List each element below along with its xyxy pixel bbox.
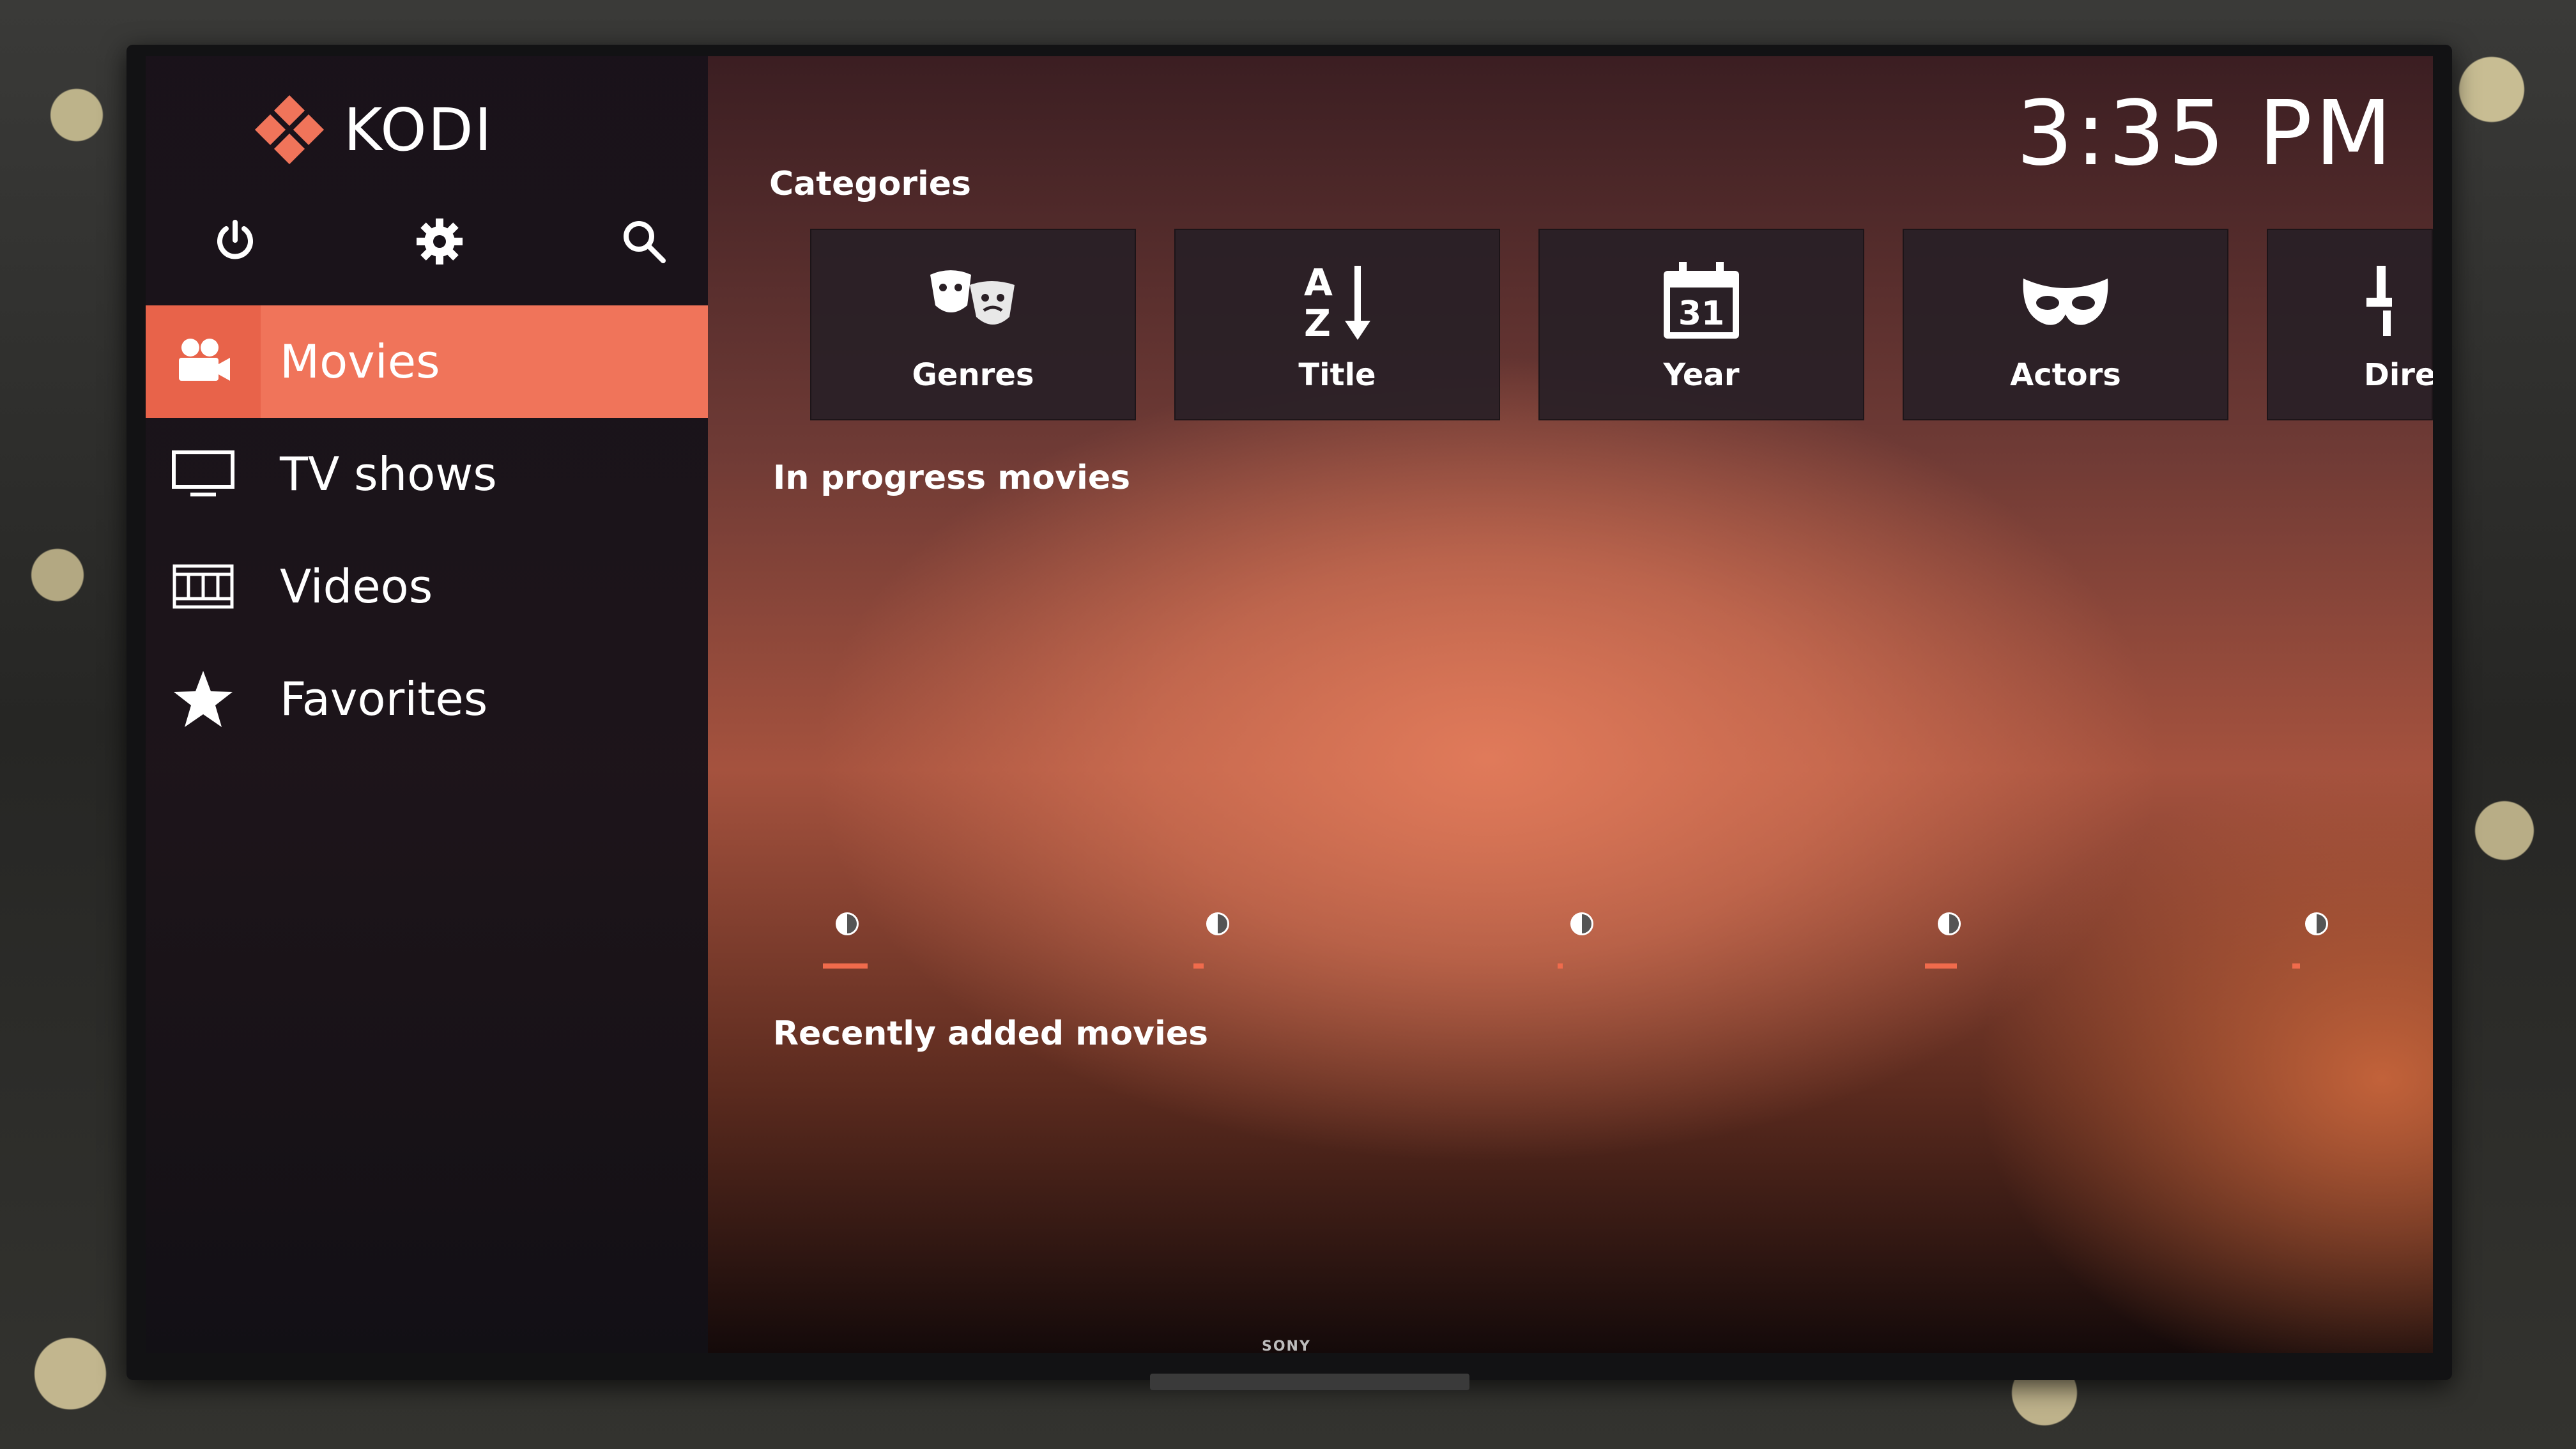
sidebar-item-tv-shows[interactable]: TV shows: [146, 418, 708, 530]
sidebar-item-label: Favorites: [280, 672, 488, 726]
sidebar-nav: Movies TV shows Videos Favorites: [146, 305, 708, 755]
category-label: Dire: [2364, 357, 2433, 393]
sidebar-item-movies[interactable]: Movies: [146, 305, 708, 418]
in-progress-item[interactable]: [1558, 912, 1685, 983]
film-strip-icon: [146, 530, 261, 643]
in-progress-item[interactable]: [1925, 912, 2053, 983]
kodi-logo-text: KODI: [344, 95, 493, 164]
calendar-icon: 31: [1660, 256, 1743, 346]
sidebar: KODI Movies TV shows Videos Favorites: [146, 56, 708, 1353]
watched-half-icon: [836, 912, 859, 935]
sidebar-item-favorites[interactable]: Favorites: [146, 643, 708, 755]
calendar-icon-text: 31: [1678, 295, 1724, 333]
categories-row: Genres A Z Title 31 Year Actors Dire: [810, 229, 2433, 420]
in-progress-item[interactable]: [1193, 912, 1321, 983]
mask-icon: [2021, 256, 2110, 346]
kodi-logo-icon: [254, 95, 325, 165]
category-label: Title: [1298, 357, 1376, 393]
category-year[interactable]: 31 Year: [1538, 229, 1864, 420]
progress-bar: [1193, 963, 1204, 969]
section-title-categories: Categories: [769, 165, 972, 203]
progress-bar: [2292, 963, 2300, 969]
progress-bar: [1558, 963, 1563, 969]
category-title[interactable]: A Z Title: [1174, 229, 1500, 420]
watched-half-icon: [1206, 912, 1229, 935]
progress-bar: [823, 963, 868, 969]
category-genres[interactable]: Genres: [810, 229, 1136, 420]
svg-text:A: A: [1304, 261, 1333, 304]
movie-camera-icon: [146, 305, 261, 418]
power-icon[interactable]: [203, 210, 267, 273]
in-progress-item[interactable]: [823, 912, 951, 983]
category-label: Year: [1663, 357, 1740, 393]
section-title-recently-added: Recently added movies: [773, 1015, 1209, 1053]
tv-stand: [1150, 1374, 1469, 1390]
kodi-logo: KODI: [254, 95, 493, 165]
category-label: Genres: [912, 357, 1034, 393]
sidebar-item-videos[interactable]: Videos: [146, 530, 708, 643]
theater-masks-icon: [925, 256, 1021, 346]
svg-text:Z: Z: [1304, 302, 1331, 342]
watched-half-icon: [2305, 912, 2328, 935]
search-icon[interactable]: [612, 210, 676, 273]
category-label: Actors: [2010, 357, 2121, 393]
clock: 3:35 PM: [2016, 82, 2395, 186]
category-actors[interactable]: Actors: [1903, 229, 2228, 420]
sidebar-item-label: Videos: [280, 560, 433, 613]
kodi-screen: KODI Movies TV shows Videos Favorites 3:…: [146, 56, 2433, 1353]
tv-brand-logo: SONY: [1262, 1338, 1311, 1354]
watched-half-icon: [1938, 912, 1961, 935]
top-actions: [203, 210, 676, 273]
star-icon: [146, 643, 261, 755]
settings-icon[interactable]: [408, 210, 471, 273]
category-directors[interactable]: Dire: [2267, 229, 2433, 420]
tv-icon: [146, 418, 261, 530]
sidebar-item-label: Movies: [280, 335, 440, 388]
sort-az-icon: A Z: [1299, 256, 1376, 346]
section-title-in-progress: In progress movies: [773, 459, 1131, 497]
watched-half-icon: [1570, 912, 1593, 935]
in-progress-row: [823, 912, 2407, 989]
sidebar-item-label: TV shows: [280, 447, 497, 501]
director-icon: [2364, 256, 2402, 346]
progress-bar: [1925, 963, 1957, 969]
in-progress-item[interactable]: [2292, 912, 2420, 983]
